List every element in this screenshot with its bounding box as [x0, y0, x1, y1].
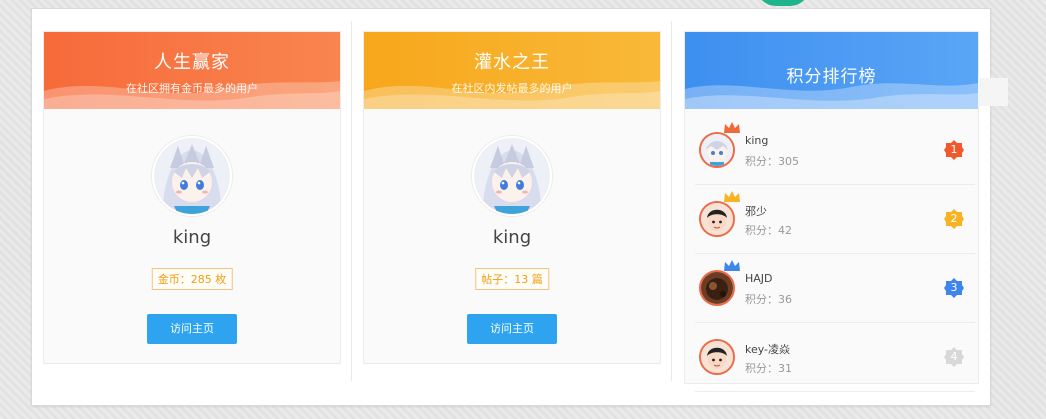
user-score: 积分：36 — [745, 293, 792, 306]
rank-badge: 2 — [943, 208, 965, 230]
user-avatar[interactable] — [699, 270, 735, 306]
card-title: 人生赢家 — [154, 52, 230, 73]
rank-number: 2 — [950, 212, 958, 225]
user-avatar[interactable] — [699, 339, 735, 375]
user-name[interactable]: king — [44, 227, 340, 248]
card-top-poster: 灌水之王 在社区内发帖最多的用户 king 帖子：13 篇 访问主页 — [363, 31, 661, 364]
crown-icon — [724, 191, 740, 202]
post-count-tag: 帖子：13 篇 — [475, 268, 549, 290]
user-name[interactable]: key-凌焱 — [745, 341, 790, 357]
user-avatar[interactable] — [699, 132, 735, 168]
rank-number: 4 — [950, 350, 958, 363]
card-header: 人生赢家 在社区拥有金币最多的用户 — [44, 32, 340, 109]
card-header: 灌水之王 在社区内发帖最多的用户 — [364, 32, 660, 109]
visit-homepage-button[interactable]: 访问主页 — [467, 314, 557, 344]
user-avatar[interactable] — [152, 136, 232, 216]
rank-badge: 3 — [943, 277, 965, 299]
ranking-row[interactable]: key-凌焱 积分：31 4 — [695, 323, 975, 392]
crown-icon — [724, 122, 740, 133]
user-score: 积分：305 — [745, 155, 799, 168]
rank-badge: 4 — [943, 346, 965, 368]
coin-count-tag: 金币：285 枚 — [151, 268, 233, 290]
rank-number: 1 — [950, 143, 958, 156]
user-score: 积分：42 — [745, 224, 792, 237]
ranking-row[interactable]: 邪少积分：42 2 — [695, 185, 975, 254]
user-name[interactable]: king — [745, 134, 768, 147]
card-title: 灌水之王 — [474, 52, 550, 73]
column-divider — [671, 21, 672, 381]
crown-icon — [724, 260, 740, 271]
column-divider — [351, 21, 352, 381]
top-green-badge — [756, 0, 810, 6]
ranking-header: 积分排行榜 — [685, 32, 978, 109]
user-avatar[interactable] — [472, 136, 552, 216]
card-subtitle: 在社区内发帖最多的用户 — [451, 82, 573, 95]
card-richest-user: 人生赢家 在社区拥有金币最多的用户 king 金币：285 枚 访问主页 — [43, 31, 341, 364]
ranking-title: 积分排行榜 — [786, 67, 877, 87]
user-name[interactable]: HAJD — [745, 272, 773, 285]
leaderboard-panel: 人生赢家 在社区拥有金币最多的用户 king 金币：285 枚 访问主页 灌水之… — [31, 8, 991, 406]
ranking-row[interactable]: HAJD 积分：36 3 — [695, 254, 975, 323]
points-ranking-card: 积分排行榜 king 积分：305 1 邪少积分：42 2 HAJD 积分：36 3 key-凌… — [684, 31, 979, 392]
ranking-row[interactable]: king 积分：305 1 — [695, 116, 975, 185]
user-name[interactable]: 邪少 — [745, 203, 767, 219]
card-subtitle: 在社区拥有金币最多的用户 — [126, 82, 258, 95]
user-avatar[interactable] — [699, 201, 735, 237]
rank-number: 3 — [950, 281, 958, 294]
ranking-header-extension — [978, 78, 1008, 106]
user-score: 积分：31 — [745, 362, 792, 375]
user-name[interactable]: king — [364, 227, 660, 248]
visit-homepage-button[interactable]: 访问主页 — [147, 314, 237, 344]
rank-badge: 1 — [943, 139, 965, 161]
